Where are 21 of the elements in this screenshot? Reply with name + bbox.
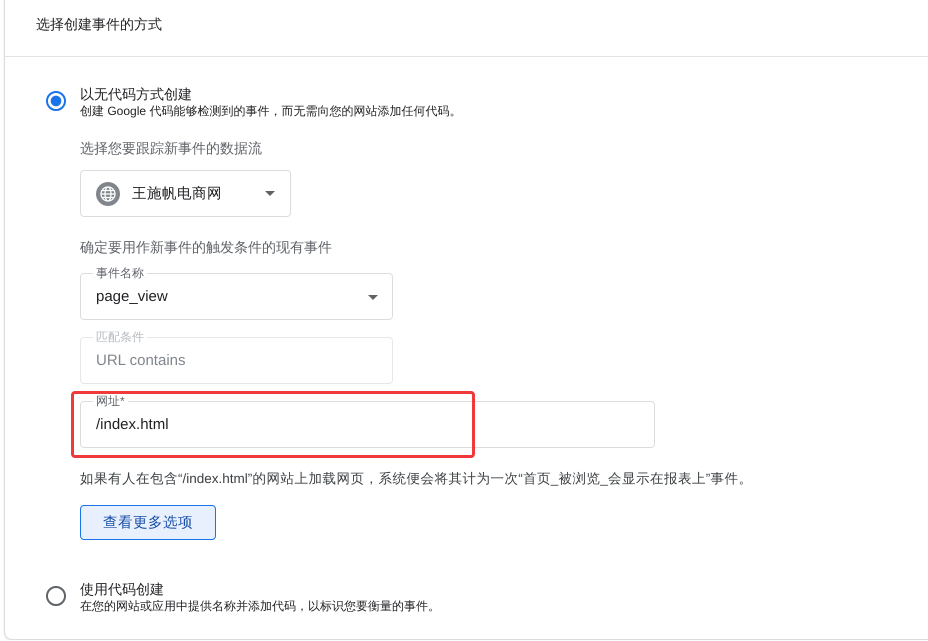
hint-text: 如果有人在包含“/index.html”的网站上加载网页，系统便会将其计为一次“首页_被浏览_会显示在报表上”事件。 [80,470,752,488]
radio-button[interactable] [46,586,66,606]
section-title: 选择创建事件的方式 [36,15,163,33]
trigger-prompt: 确定要用作新事件的触发条件的现有事件 [80,238,332,256]
url-input-field[interactable]: 网址* /index.html [80,394,655,448]
condition-field: 匹配条件 URL contains [80,330,393,384]
caret-icon [265,191,275,196]
more-options-button[interactable]: 查看更多选项 [80,505,216,540]
option-description: 在您的网站或应用中提供名称并添加代码，以标识您要衡量的事件。 [80,598,440,614]
field-label: 网址* [95,394,126,408]
field-label: 事件名称 [95,266,145,280]
globe-icon [96,182,120,206]
option-title: 使用代码创建 [80,580,164,598]
field-label: 匹配条件 [95,330,145,344]
option-description: 创建 Google 代码能够检测到的事件，而无需向您的网站添加任何代码。 [80,103,462,119]
data-stream-dropdown[interactable]: 王施帆电商网 [80,170,291,217]
caret-icon [368,294,378,300]
radio-button[interactable] [46,91,66,111]
option-title: 以无代码方式创建 [80,85,192,103]
event-name-dropdown[interactable]: 事件名称 page_view [80,266,393,320]
stream-prompt: 选择您要跟踪新事件的数据流 [80,139,262,157]
